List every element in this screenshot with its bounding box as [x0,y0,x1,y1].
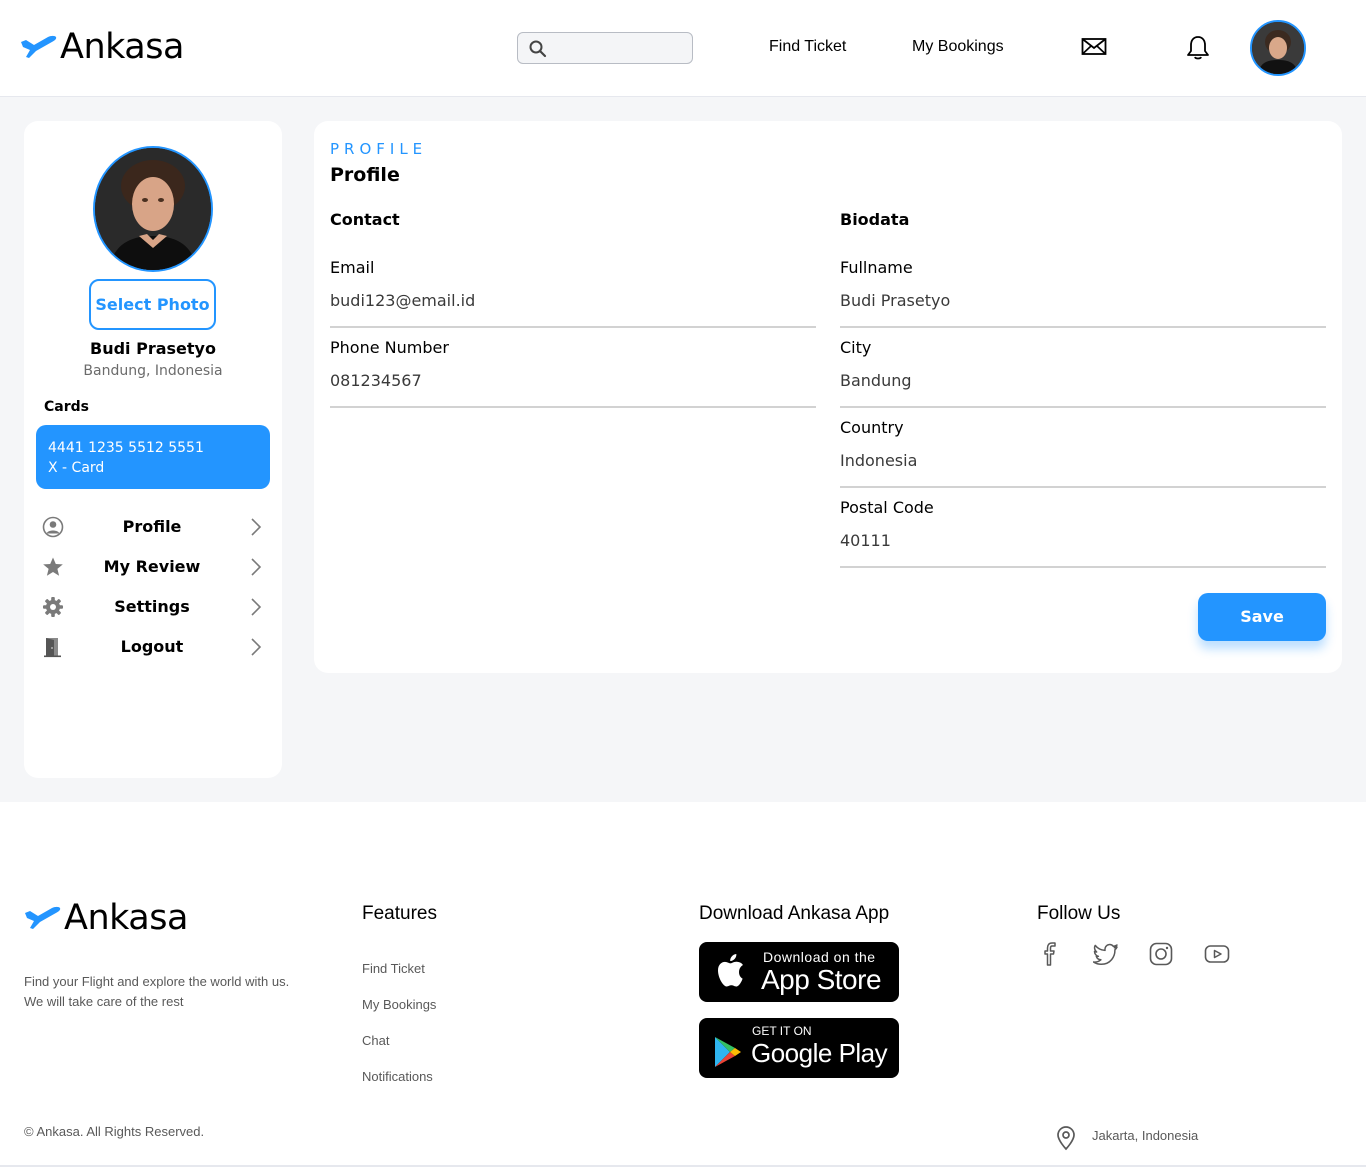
footer: Ankasa Find your Flight and explore the … [0,802,1366,1167]
select-photo-button[interactable]: Select Photo [89,279,216,330]
youtube-icon[interactable] [1204,942,1230,966]
card-type: X - Card [48,460,105,476]
sidebar-item-label: Profile [122,517,182,536]
city-label: City [840,338,872,357]
city-field: City Bandung [840,338,1326,408]
payment-card[interactable]: 4441 1235 5512 5551 X - Card [36,425,270,489]
plane-icon [25,906,61,929]
follow-heading: Follow Us [1037,903,1121,924]
postal-code-label: Postal Code [840,498,934,517]
contact-heading: Contact [330,210,400,229]
app-store-big-text: App Store [761,964,882,995]
section-eyebrow: PROFILE [330,140,428,158]
chevron-right-icon [251,638,262,656]
fullname-field: Fullname Budi Prasetyo [840,258,1326,328]
avatar-image [1252,22,1304,74]
facebook-icon[interactable] [1038,942,1062,966]
profile-photo [93,146,213,272]
postal-code-input[interactable]: 40111 [840,530,1326,568]
copyright-text: © Ankasa. All Rights Reserved. [24,1124,205,1139]
profile-form-panel: PROFILE Profile Contact Biodata Email bu… [314,121,1342,673]
phone-label: Phone Number [330,338,449,357]
postal-code-field: Postal Code 40111 [840,498,1326,568]
tagline-line: We will take care of the rest [24,994,184,1009]
brand-logo[interactable]: Ankasa [20,27,184,67]
map-pin-icon [1057,1126,1075,1151]
google-play-big-text: Google Play [751,1038,888,1068]
phone-field: Phone Number 081234567 [330,338,816,408]
tagline-line: Find your Flight and explore the world w… [24,974,290,989]
footer-link-notifications[interactable]: Notifications [362,1069,433,1084]
profile-photo-image [95,148,211,270]
nav-find-ticket[interactable]: Find Ticket [769,38,846,56]
footer-link-chat[interactable]: Chat [362,1033,389,1048]
cards-label: Cards [44,399,89,415]
chevron-right-icon [251,598,262,616]
chevron-right-icon [251,518,262,536]
footer-link-my-bookings[interactable]: My Bookings [362,997,436,1012]
avatar[interactable] [1250,20,1306,76]
sidebar-item-label: Settings [114,597,190,616]
fullname-label: Fullname [840,258,913,277]
download-heading: Download Ankasa App [699,903,890,924]
bell-icon[interactable] [1186,35,1210,61]
sidebar-item-settings[interactable]: Settings [42,593,262,621]
country-label: Country [840,418,904,437]
biodata-heading: Biodata [840,210,910,229]
email-field: Email budi123@email.id [330,258,816,328]
features-heading: Features [362,903,437,924]
mail-icon[interactable] [1081,37,1107,57]
footer-link-find-ticket[interactable]: Find Ticket [362,961,425,976]
city-input[interactable]: Bandung [840,370,1326,408]
footer-brand-name: Ankasa [64,898,188,938]
fullname-input[interactable]: Budi Prasetyo [840,290,1326,328]
sidebar-item-profile[interactable]: Profile [42,513,262,541]
brand-name: Ankasa [60,27,184,67]
google-play-icon [715,1037,741,1067]
nav-my-bookings[interactable]: My Bookings [912,38,1004,56]
country-field: Country Indonesia [840,418,1326,488]
card-number: 4441 1235 5512 5551 [48,440,204,456]
footer-location: Jakarta, Indonesia [1092,1128,1199,1143]
plane-icon [21,35,57,58]
user-location: Bandung, Indonesia [83,363,223,379]
search-icon [529,40,547,58]
twitter-icon[interactable] [1093,942,1119,966]
app-store-small-text: Download on the [763,949,876,965]
page-title: Profile [330,164,400,186]
sidebar-item-my-review[interactable]: My Review [42,553,262,581]
email-input[interactable]: budi123@email.id [330,290,816,328]
search-input[interactable] [517,32,693,64]
chevron-right-icon [251,558,262,576]
app-store-button[interactable]: Download on the App Store [699,942,899,1002]
footer-brand-logo[interactable]: Ankasa [24,898,188,938]
apple-icon [718,954,743,987]
google-play-small-text: GET IT ON [752,1024,812,1038]
sidebar-item-logout[interactable]: Logout [42,633,262,661]
sidebar-item-label: My Review [103,557,201,576]
google-play-button[interactable]: GET IT ON Google Play [699,1018,899,1078]
save-button[interactable]: Save [1198,593,1326,641]
profile-sidebar: Select Photo Budi Prasetyo Bandung, Indo… [24,121,282,778]
phone-input[interactable]: 081234567 [330,370,816,408]
top-navbar: Ankasa Find Ticket My Bookings [0,0,1366,97]
country-input[interactable]: Indonesia [840,450,1326,488]
user-name: Budi Prasetyo [90,339,216,358]
email-label: Email [330,258,375,277]
footer-tagline: Find your Flight and explore the world w… [24,972,324,1012]
instagram-icon[interactable] [1149,942,1173,966]
sidebar-item-label: Logout [120,637,184,656]
